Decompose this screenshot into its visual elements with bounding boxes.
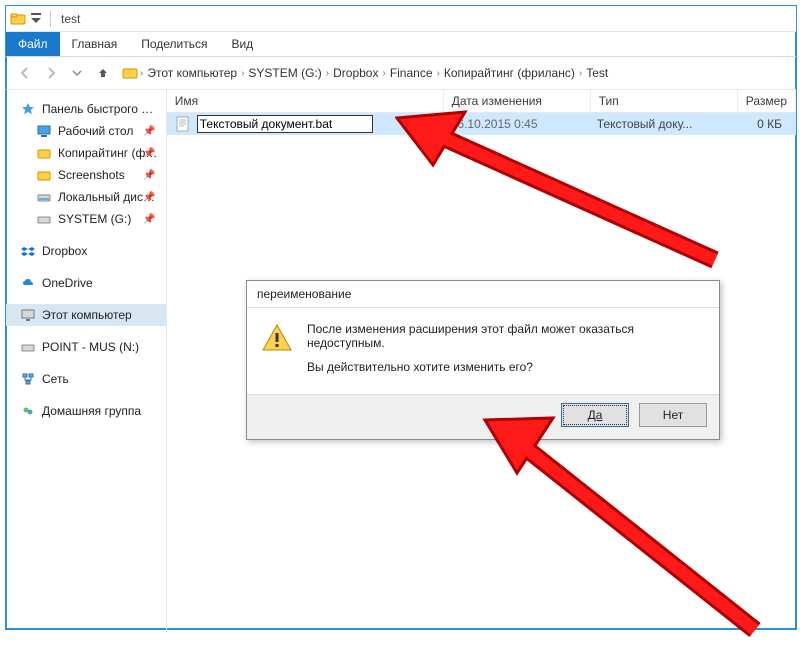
dialog-message: После изменения расширения этот файл мож… xyxy=(307,322,705,384)
chevron-right-icon[interactable]: › xyxy=(241,68,244,79)
crumb-this-pc[interactable]: Этот компьютер xyxy=(145,64,239,82)
back-button[interactable] xyxy=(14,62,36,84)
col-type[interactable]: Тип xyxy=(591,90,738,112)
chevron-right-icon[interactable]: › xyxy=(382,68,385,79)
drive-icon xyxy=(36,189,52,205)
sidebar-item-copywriting[interactable]: Копирайтинг (фрилан 📌 xyxy=(6,142,166,164)
sidebar-item-dropbox[interactable]: Dropbox xyxy=(6,240,166,262)
folder-icon xyxy=(122,65,138,81)
dialog-title: переименование xyxy=(247,281,719,308)
button-label: Да xyxy=(588,408,603,422)
qat-customize-icon[interactable] xyxy=(28,11,44,27)
sidebar-item-label: Этот компьютер xyxy=(42,308,132,322)
sidebar-item-label: Панель быстрого доступа xyxy=(42,102,158,116)
tab-share[interactable]: Поделиться xyxy=(129,32,219,56)
sidebar-item-label: Сеть xyxy=(42,372,69,386)
recent-locations-button[interactable] xyxy=(66,62,88,84)
textfile-icon xyxy=(175,116,191,132)
address-bar: › Этот компьютер › SYSTEM (G:) › Dropbox… xyxy=(6,57,796,90)
tab-home[interactable]: Главная xyxy=(60,32,130,56)
sidebar-item-local-disk-c[interactable]: Локальный диск (C:) 📌 xyxy=(6,186,166,208)
sidebar-quick-access[interactable]: Панель быстрого доступа xyxy=(6,98,166,120)
tab-file[interactable]: Файл xyxy=(6,32,60,56)
rename-confirm-dialog: переименование После изменения расширени… xyxy=(246,280,720,440)
pin-icon: 📌 xyxy=(143,192,155,203)
sidebar-item-onedrive[interactable]: OneDrive xyxy=(6,272,166,294)
col-date[interactable]: Дата изменения xyxy=(444,90,591,112)
separator xyxy=(50,11,51,27)
folder-icon xyxy=(10,11,26,27)
chevron-right-icon[interactable]: › xyxy=(140,68,143,79)
pin-icon: 📌 xyxy=(143,126,155,137)
file-size-cell: 0 КБ xyxy=(735,117,796,131)
sidebar-item-homegroup[interactable]: Домашняя группа xyxy=(6,400,166,422)
sidebar-item-network[interactable]: Сеть xyxy=(6,368,166,390)
crumb-finance[interactable]: Finance xyxy=(388,64,435,82)
folder-icon xyxy=(36,167,52,183)
sidebar-item-label: Screenshots xyxy=(58,168,125,182)
sidebar-item-desktop[interactable]: Рабочий стол 📌 xyxy=(6,120,166,142)
crumb-test[interactable]: Test xyxy=(584,64,610,82)
breadcrumb[interactable]: › Этот компьютер › SYSTEM (G:) › Dropbox… xyxy=(122,64,788,82)
crumb-system[interactable]: SYSTEM (G:) xyxy=(246,64,323,82)
monitor-icon xyxy=(20,307,36,323)
up-button[interactable] xyxy=(92,62,114,84)
drive-icon xyxy=(36,211,52,227)
titlebar: test xyxy=(6,6,796,32)
file-type-cell: Текстовый доку... xyxy=(589,117,735,131)
chevron-right-icon[interactable]: › xyxy=(326,68,329,79)
file-rename-input[interactable] xyxy=(197,115,373,133)
tab-view[interactable]: Вид xyxy=(219,32,265,56)
dropbox-icon xyxy=(20,243,36,259)
file-date-cell: 16.10.2015 0:45 xyxy=(443,117,589,131)
sidebar-item-label: SYSTEM (G:) xyxy=(58,212,131,226)
warning-icon xyxy=(261,322,293,354)
column-headers: Имя Дата изменения Тип Размер xyxy=(167,90,796,113)
sidebar-item-label: Dropbox xyxy=(42,244,87,258)
homegroup-icon xyxy=(20,403,36,419)
sidebar-item-label: OneDrive xyxy=(42,276,93,290)
ribbon-tabs: Файл Главная Поделиться Вид xyxy=(6,32,796,57)
chevron-right-icon[interactable]: › xyxy=(437,68,440,79)
dialog-button-row: Да Нет xyxy=(247,394,719,439)
network-icon xyxy=(20,371,36,387)
dialog-line1: После изменения расширения этот файл мож… xyxy=(307,322,705,350)
crumb-dropbox[interactable]: Dropbox xyxy=(331,64,380,82)
drive-icon xyxy=(20,339,36,355)
file-row[interactable]: 16.10.2015 0:45 Текстовый доку... 0 КБ xyxy=(167,113,796,135)
folder-icon xyxy=(36,145,52,161)
forward-button[interactable] xyxy=(40,62,62,84)
chevron-right-icon[interactable]: › xyxy=(579,68,582,79)
sidebar-item-this-pc[interactable]: Этот компьютер xyxy=(6,304,166,326)
sidebar-item-label: POINT - MUS (N:) xyxy=(42,340,139,354)
pin-icon: 📌 xyxy=(143,170,155,181)
navigation-pane: Панель быстрого доступа Рабочий стол 📌 К… xyxy=(6,90,167,632)
cloud-icon xyxy=(20,275,36,291)
col-size[interactable]: Размер xyxy=(738,90,796,112)
pin-icon: 📌 xyxy=(143,214,155,225)
sidebar-item-system-g[interactable]: SYSTEM (G:) 📌 xyxy=(6,208,166,230)
col-name[interactable]: Имя xyxy=(167,90,444,112)
star-icon xyxy=(20,101,36,117)
crumb-copywriting[interactable]: Копирайтинг (фриланс) xyxy=(442,64,577,82)
sidebar-item-label: Домашняя группа xyxy=(42,404,141,418)
dialog-line2: Вы действительно хотите изменить его? xyxy=(307,360,705,374)
button-label: Нет xyxy=(663,408,683,422)
sidebar-item-label: Рабочий стол xyxy=(58,124,133,138)
no-button[interactable]: Нет xyxy=(639,403,707,427)
file-name-cell xyxy=(167,115,443,133)
desktop-icon xyxy=(36,123,52,139)
window-title: test xyxy=(61,12,80,26)
sidebar-item-point-mus[interactable]: POINT - MUS (N:) xyxy=(6,336,166,358)
pin-icon: 📌 xyxy=(143,148,155,159)
yes-button[interactable]: Да xyxy=(561,403,629,427)
sidebar-item-screenshots[interactable]: Screenshots 📌 xyxy=(6,164,166,186)
